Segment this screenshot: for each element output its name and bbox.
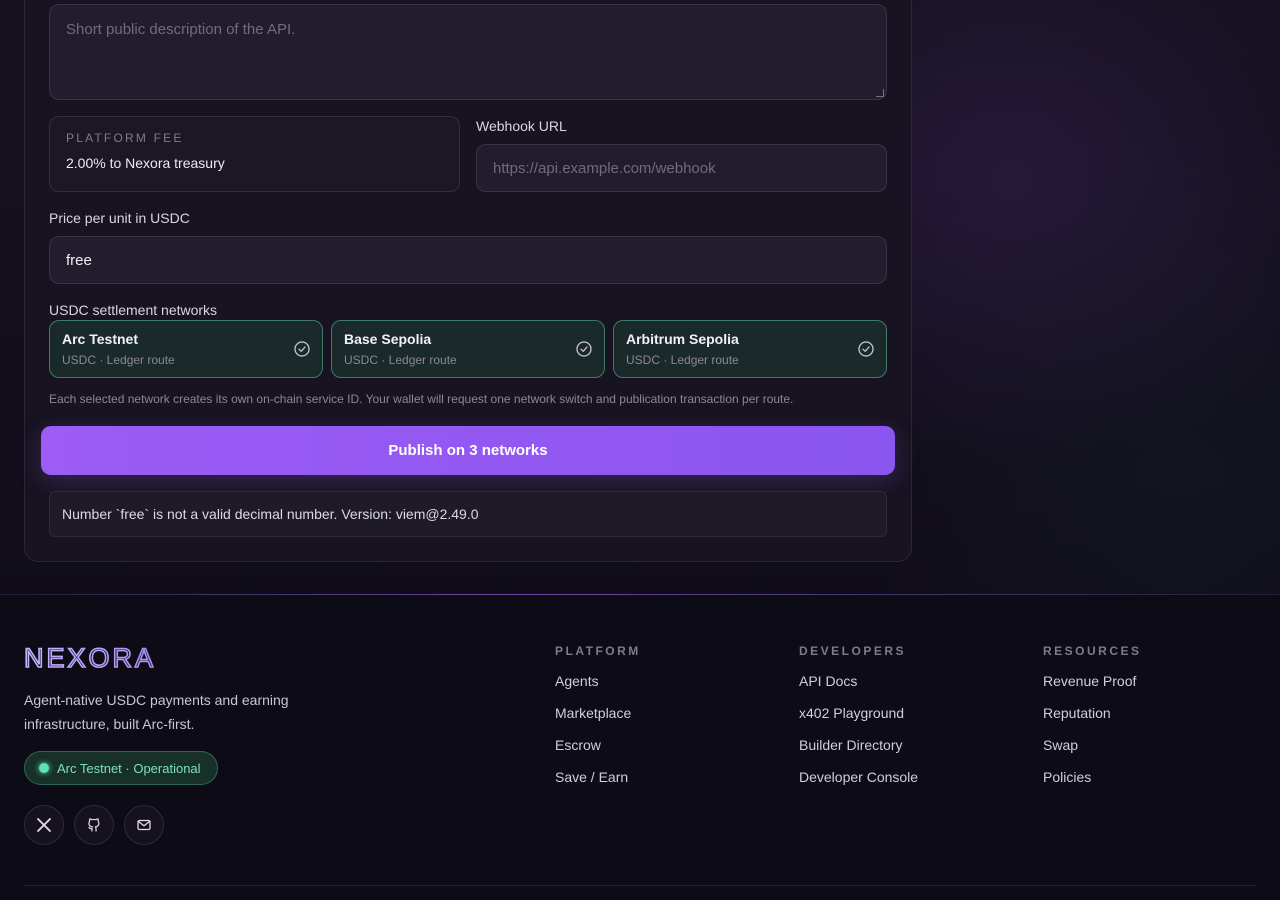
price-value: free xyxy=(66,251,92,269)
webhook-label: Webhook URL xyxy=(476,118,567,134)
platform-fee-value: 2.00% to Nexora treasury xyxy=(66,155,225,171)
check-circle-icon xyxy=(294,341,310,357)
check-circle-icon xyxy=(858,341,874,357)
platform-fee-box: PLATFORM FEE 2.00% to Nexora treasury xyxy=(49,116,460,192)
footer-link-swap[interactable]: Swap xyxy=(1043,737,1078,753)
price-input[interactable]: free xyxy=(49,236,887,284)
mail-social-link[interactable] xyxy=(124,805,164,845)
footer-col-platform-title: PLATFORM xyxy=(555,644,641,658)
network-option-base-sepolia[interactable]: Base Sepolia USDC · Ledger route xyxy=(331,320,605,378)
network-route: USDC · Ledger route xyxy=(344,353,457,367)
network-name: Arc Testnet xyxy=(62,331,138,347)
network-name: Base Sepolia xyxy=(344,331,432,347)
networks-hint: Each selected network creates its own on… xyxy=(49,392,794,406)
footer-col-developers-title: DEVELOPERS xyxy=(799,644,907,658)
network-option-arbitrum-sepolia[interactable]: Arbitrum Sepolia USDC · Ledger route xyxy=(613,320,887,378)
footer-link-escrow[interactable]: Escrow xyxy=(555,737,601,753)
check-circle-icon xyxy=(576,341,592,357)
footer-link-agents[interactable]: Agents xyxy=(555,673,599,689)
footer-link-reputation[interactable]: Reputation xyxy=(1043,705,1111,721)
network-status-badge: Arc Testnet · Operational xyxy=(24,751,218,785)
github-icon xyxy=(88,818,100,832)
footer xyxy=(0,595,1280,900)
publish-button[interactable]: Publish on 3 networks xyxy=(41,426,895,475)
resize-handle[interactable] xyxy=(876,89,884,97)
network-name: Arbitrum Sepolia xyxy=(626,331,739,347)
x-social-link[interactable] xyxy=(24,805,64,845)
description-textarea[interactable]: Short public description of the API. xyxy=(49,4,887,100)
error-message: Number `free` is not a valid decimal num… xyxy=(49,491,887,537)
status-text: Arc Testnet · Operational xyxy=(57,760,201,776)
footer-link-x402-playground[interactable]: x402 Playground xyxy=(799,705,904,721)
network-option-arc-testnet[interactable]: Arc Testnet USDC · Ledger route xyxy=(49,320,323,378)
footer-link-api-docs[interactable]: API Docs xyxy=(799,673,857,689)
footer-link-policies[interactable]: Policies xyxy=(1043,769,1091,785)
footer-link-save-earn[interactable]: Save / Earn xyxy=(555,769,628,785)
x-icon xyxy=(37,818,51,832)
price-label: Price per unit in USDC xyxy=(49,210,190,226)
footer-divider xyxy=(0,594,1280,595)
footer-bottom-divider xyxy=(24,885,1256,886)
footer-link-builder-directory[interactable]: Builder Directory xyxy=(799,737,902,753)
footer-link-revenue-proof[interactable]: Revenue Proof xyxy=(1043,673,1136,689)
footer-link-developer-console[interactable]: Developer Console xyxy=(799,769,918,785)
footer-link-marketplace[interactable]: Marketplace xyxy=(555,705,631,721)
status-dot-icon xyxy=(39,763,49,773)
brand-wordmark: NEXORA xyxy=(24,644,156,672)
nexora-logo: NEXORA xyxy=(24,644,156,672)
footer-tagline: Agent-native USDC payments and earning i… xyxy=(24,692,289,732)
description-placeholder: Short public description of the API. xyxy=(66,21,296,38)
webhook-placeholder: https://api.example.com/webhook xyxy=(493,159,716,177)
networks-label: USDC settlement networks xyxy=(49,302,218,318)
network-route: USDC · Ledger route xyxy=(626,353,739,367)
webhook-url-input[interactable]: https://api.example.com/webhook xyxy=(476,144,887,192)
github-social-link[interactable] xyxy=(74,805,114,845)
network-route: USDC · Ledger route xyxy=(62,353,175,367)
mail-icon xyxy=(137,819,151,831)
error-text: Number `free` is not a valid decimal num… xyxy=(62,506,479,522)
platform-fee-label: PLATFORM FEE xyxy=(66,131,184,145)
footer-col-resources-title: RESOURCES xyxy=(1043,644,1142,658)
